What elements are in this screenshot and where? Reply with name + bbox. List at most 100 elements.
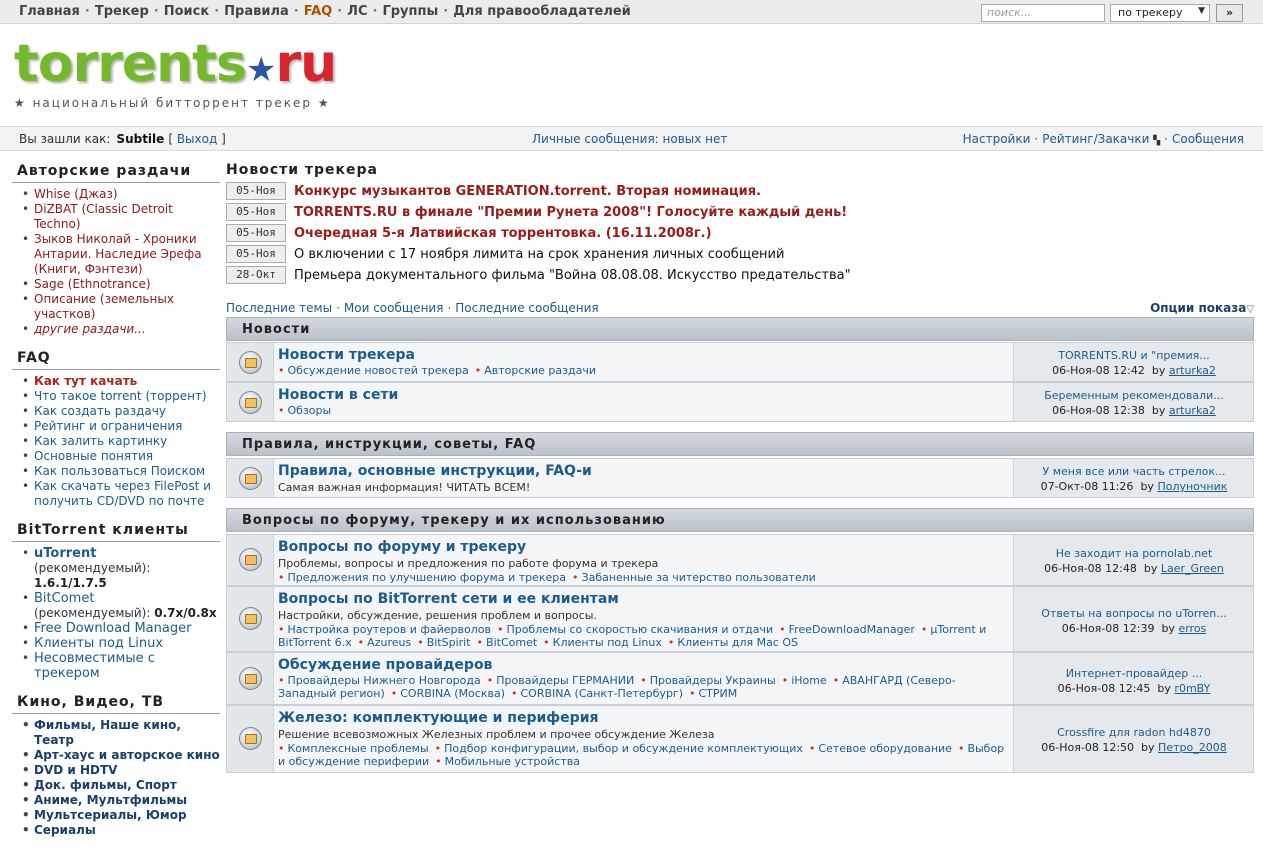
sidebar-video-item[interactable]: DVD и HDTV [34, 763, 117, 777]
sidebar-author-item[interactable]: Зыков Николай - Хроники Антарии. Наследи… [34, 232, 202, 276]
last-post-user[interactable]: erros [1178, 622, 1206, 635]
news-link[interactable]: О включении с 17 ноября лимита на срок х… [294, 247, 784, 262]
sidebar-author-item[interactable]: Описание (земельных участков) [34, 292, 174, 321]
last-post-user[interactable]: r0mBY [1174, 682, 1210, 695]
sidebar-faq-item[interactable]: Как залить картинку [34, 434, 167, 448]
subforum-link[interactable]: Мобильные устройства [445, 755, 580, 768]
news-link[interactable]: Премьера документального фильма "Война 0… [294, 268, 851, 283]
messages-link[interactable]: Сообщения [1172, 132, 1244, 146]
subforum-link[interactable]: Настройка роутеров и файерволов [288, 623, 491, 636]
display-options-button[interactable]: Опции показа▽ [1150, 301, 1254, 315]
sidebar-faq-item[interactable]: Что такое torrent (торрент) [34, 389, 207, 403]
utorrent-link[interactable]: uTorrent [34, 546, 96, 561]
forum-name-link[interactable]: Новости в сети [278, 387, 398, 403]
subforum-link[interactable]: BitSpirit [427, 636, 471, 649]
sidebar-faq-item[interactable]: Как пользоваться Поиском [34, 464, 205, 478]
subforum-link[interactable]: CORBINA (Санкт-Петербург) [521, 687, 684, 700]
subforum-link[interactable]: Авторские раздачи [484, 364, 596, 377]
news-link[interactable]: Конкурс музыкантов GENERATION.torrent. В… [294, 184, 761, 199]
nav-tracker[interactable]: Трекер [95, 4, 149, 19]
subforum-link[interactable]: Забаненные за читерство пользователи [582, 571, 816, 584]
subforum-link[interactable]: iHome [791, 674, 827, 687]
sidebar-author-item[interactable]: Sage (Ethnotrance) [34, 277, 151, 291]
nav-search[interactable]: Поиск [164, 4, 209, 19]
last-post-user[interactable]: Петро_2008 [1158, 741, 1227, 754]
incompatible-clients-link[interactable]: Несовместимые с трекером [34, 651, 155, 681]
nav-copyright-holders[interactable]: Для правообладателей [453, 4, 631, 19]
last-post-user[interactable]: arturka2 [1169, 364, 1216, 377]
sidebar-video-item[interactable]: Аниме, Мультфильмы [34, 793, 187, 807]
rating-link[interactable]: Рейтинг/Закачки [1042, 132, 1149, 146]
sidebar-video-item[interactable]: Док. фильмы, Спорт [34, 778, 177, 792]
last-post-topic[interactable]: Ответы на вопросы по uTorren... [1014, 607, 1254, 620]
nav-rules[interactable]: Правила [224, 4, 289, 19]
category-header[interactable]: Новости [226, 317, 1254, 341]
subforum-link[interactable]: Azureus [367, 636, 411, 649]
forum-name-link[interactable]: Обсуждение провайдеров [278, 657, 492, 673]
search-scope-select[interactable]: по трекеру ▼ [1110, 4, 1210, 22]
site-logo[interactable]: torrents★ru ★ национальный битторрент тр… [14, 30, 337, 120]
linux-clients-link[interactable]: Клиенты под Linux [34, 636, 163, 651]
bitcomet-link[interactable]: BitComet [34, 591, 94, 606]
last-post-topic[interactable]: Crossfire для radon hd4870 [1014, 726, 1254, 739]
news-link[interactable]: Очередная 5-я Латвийская торрентовка. (1… [294, 226, 712, 241]
subforum-link[interactable]: СТРИМ [699, 687, 738, 700]
subforum-link[interactable]: Клиенты для Mac OS [677, 636, 798, 649]
subforum-link[interactable]: BitComet [486, 636, 537, 649]
category-header[interactable]: Вопросы по форуму, трекеру и их использо… [226, 508, 1254, 532]
sidebar-author-item[interactable]: Whise (Джаз) [34, 187, 118, 201]
last-post-user[interactable]: Полуночник [1157, 480, 1227, 493]
latest-topics-link[interactable]: Последние темы [226, 301, 332, 315]
subforum-link[interactable]: Комплексные проблемы [288, 742, 429, 755]
subforum-link[interactable]: FreeDownloadManager [789, 623, 915, 636]
sidebar-faq-item[interactable]: Как скачать через FilePost и получить CD… [34, 479, 211, 508]
fdm-link[interactable]: Free Download Manager [34, 621, 191, 636]
private-messages-link[interactable]: Личные сообщения: новых нет [532, 132, 727, 146]
news-link[interactable]: TORRENTS.RU в финале "Премии Рунета 2008… [294, 205, 847, 220]
search-go-button[interactable]: » [1216, 4, 1243, 22]
forum-name-link[interactable]: Правила, основные инструкции, FAQ-и [278, 463, 592, 479]
subforum-link[interactable]: Провайдеры Украины [650, 674, 776, 687]
nav-faq[interactable]: FAQ [304, 4, 333, 19]
sidebar-faq-item[interactable]: Основные понятия [34, 449, 153, 463]
subforum-link[interactable]: Клиенты под Linux [553, 636, 662, 649]
last-post-user[interactable]: arturka2 [1169, 404, 1216, 417]
logout-link[interactable]: Выход [177, 132, 217, 146]
sidebar-faq-item[interactable]: Рейтинг и ограничения [34, 419, 182, 433]
subforum-link[interactable]: CORBINA (Москва) [400, 687, 505, 700]
my-posts-link[interactable]: Мои сообщения [344, 301, 444, 315]
forum-name-link[interactable]: Железо: комплектующие и периферия [278, 710, 599, 726]
category-header[interactable]: Правила, инструкции, советы, FAQ [226, 432, 1254, 456]
last-post-user[interactable]: Laer_Green [1161, 562, 1224, 575]
nav-groups[interactable]: Группы [382, 4, 438, 19]
last-post-topic[interactable]: Беременным рекомендовали... [1014, 389, 1254, 402]
sidebar-faq-item[interactable]: Как тут качать [34, 374, 137, 388]
forum-name-link[interactable]: Новости трекера [278, 347, 415, 363]
subforum-link[interactable]: Провайдеры Нижнего Новгорода [288, 674, 481, 687]
subforum-link[interactable]: Обзоры [288, 404, 332, 417]
latest-posts-link[interactable]: Последние сообщения [455, 301, 598, 315]
last-post-topic[interactable]: Интернет-провайдер ... [1014, 667, 1254, 680]
sidebar-video-item[interactable]: Мультсериалы, Юмор [34, 808, 187, 822]
subforum-link[interactable]: Провайдеры ГЕРМАНИИ [496, 674, 634, 687]
last-post-topic[interactable]: Не заходит на pornolab.net [1014, 547, 1254, 560]
forum-name-link[interactable]: Вопросы по BitTorrent сети и ее клиентам [278, 591, 619, 607]
sidebar-authors-more[interactable]: другие раздачи... [34, 322, 146, 336]
sidebar-video-item[interactable]: Сериалы [34, 823, 96, 837]
nav-pm[interactable]: ЛС [347, 4, 367, 19]
subforum-link[interactable]: Обсуждение новостей трекера [288, 364, 469, 377]
search-input[interactable]: поиск... [981, 4, 1105, 22]
forum-name-link[interactable]: Вопросы по форуму и трекеру [278, 539, 526, 555]
sidebar-author-item[interactable]: DiZBAT (Classic Detroit Techno) [34, 202, 173, 231]
subforum-link[interactable]: Сетевое оборудование [818, 742, 952, 755]
last-post-topic[interactable]: TORRENTS.RU и "премия... [1014, 349, 1254, 362]
subforum-link[interactable]: Предложения по улучшению форума и трекер… [288, 571, 567, 584]
subforum-link[interactable]: Подбор конфигурации, выбор и обсуждение … [444, 742, 803, 755]
sidebar-video-item[interactable]: Фильмы, Наше кино, Театр [34, 718, 181, 747]
sidebar-video-item[interactable]: Арт-хаус и авторское кино [34, 748, 220, 762]
subforum-link[interactable]: Проблемы со скоростью скачивания и отдач… [506, 623, 773, 636]
last-post-topic[interactable]: У меня все или часть стрелок... [1014, 465, 1254, 478]
settings-link[interactable]: Настройки [963, 132, 1031, 146]
sidebar-faq-item[interactable]: Как создать раздачу [34, 404, 166, 418]
nav-home[interactable]: Главная [19, 4, 80, 19]
